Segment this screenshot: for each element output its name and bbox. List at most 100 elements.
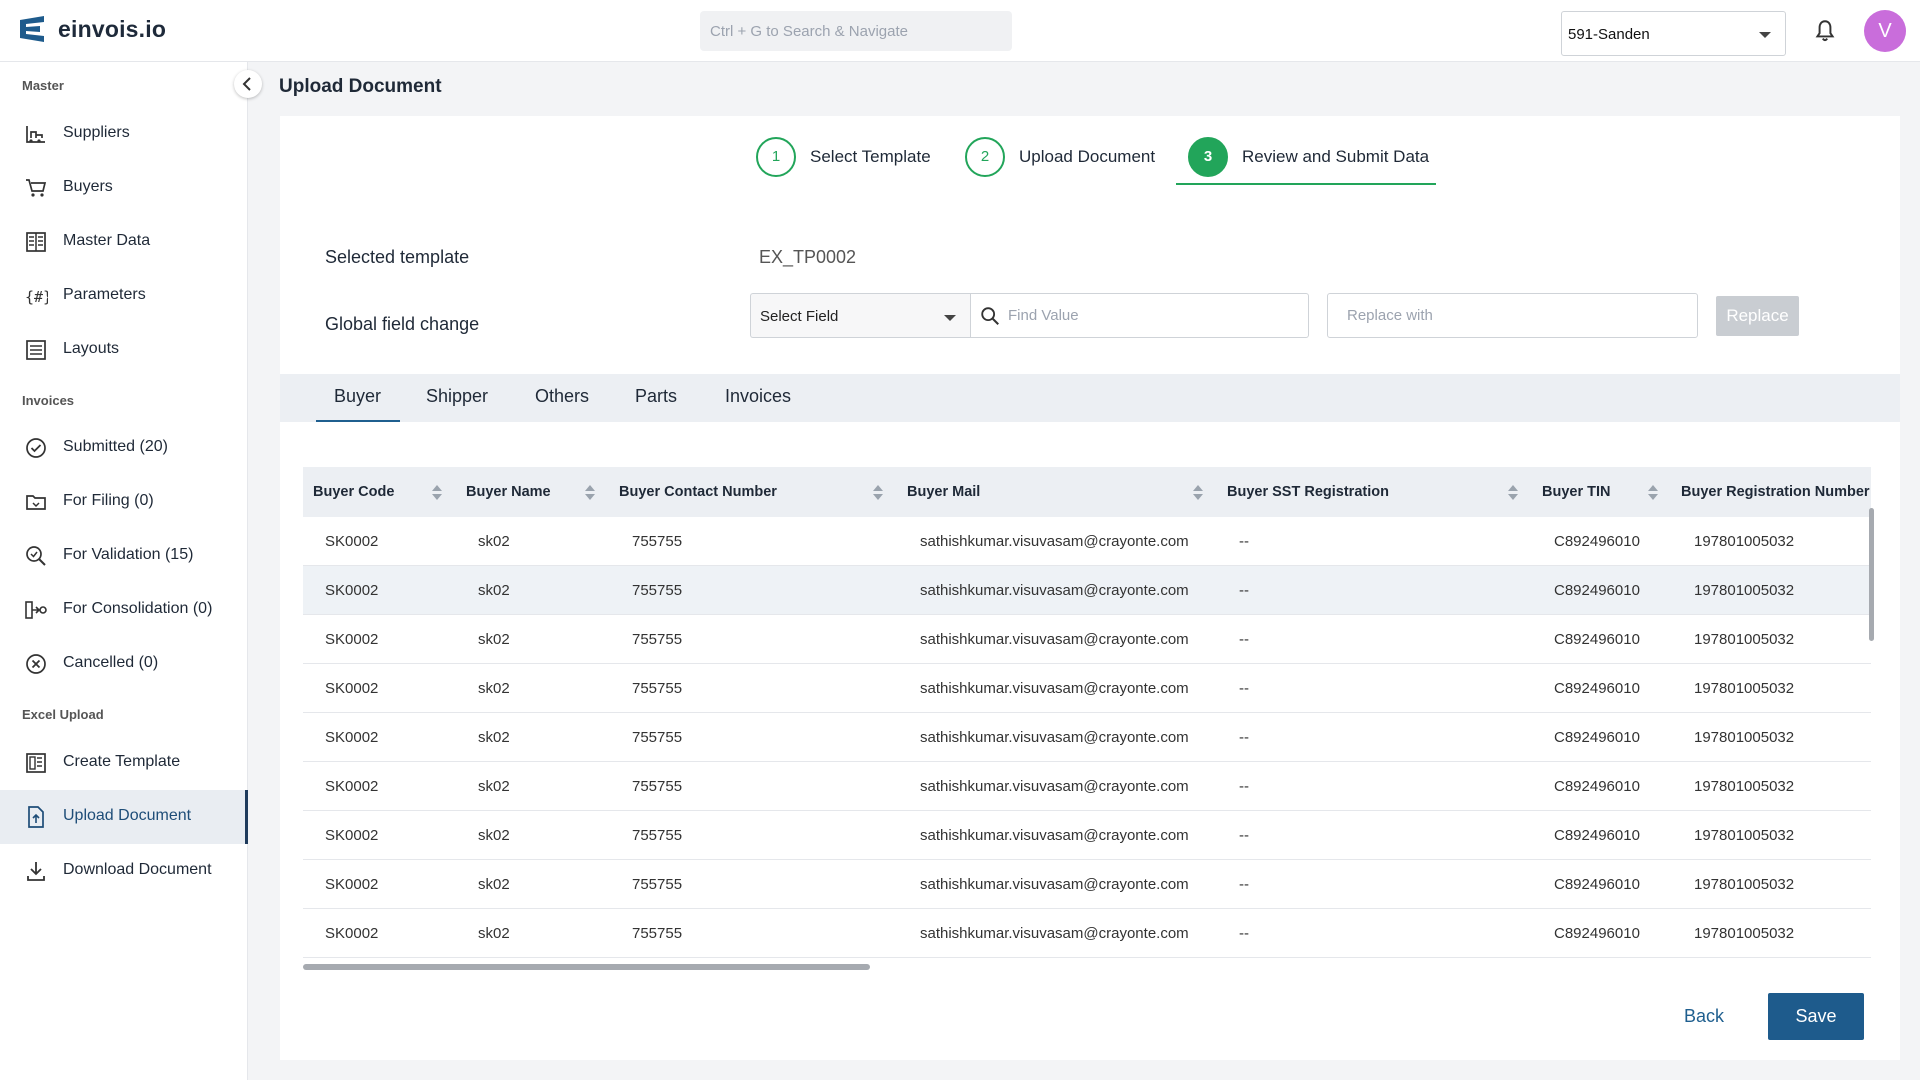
sidebar-item-submitted[interactable]: Submitted (20) [0, 421, 248, 475]
sort-icon[interactable] [432, 485, 442, 501]
buyer-name-cell: sk02 [478, 827, 510, 844]
global-search-input[interactable]: Ctrl + G to Search & Navigate [700, 11, 1012, 51]
buyer-contact-number-cell: 755755 [632, 680, 683, 697]
step-review-submit[interactable]: 3 Review and Submit Data [1188, 137, 1429, 177]
step-label: Upload Document [1019, 147, 1156, 166]
step-select-template[interactable]: 1 Select Template [756, 137, 931, 177]
column-header-buyer-registration-number[interactable]: Buyer Registration Number [1681, 484, 1870, 500]
sidebar-item-create-template[interactable]: Create Template [0, 736, 248, 790]
table-row[interactable]: SK0002 sk02 755755 sathishkumar.visuvasam@c… [303, 615, 1871, 664]
buyer-tin-cell: C892496010 [1554, 729, 1640, 746]
sidebar-item-download-document[interactable]: Download Document [0, 844, 248, 898]
sidebar-item-label: Buyers [63, 178, 113, 195]
buyer-registration-number-cell: 197801005032 [1694, 729, 1795, 746]
sidebar-item-label: For Consolidation (0) [63, 600, 213, 617]
table-row[interactable]: SK0002 sk02 755755 sathishkumar.visuvasam@c… [303, 762, 1871, 811]
back-button[interactable]: Back [1684, 1006, 1724, 1027]
tab-others[interactable]: Others [535, 386, 589, 407]
step-number: 3 [1188, 137, 1228, 177]
sort-icon[interactable] [1648, 485, 1658, 501]
select-field-value: Select Field [760, 308, 839, 325]
replace-button[interactable]: Replace [1716, 296, 1799, 336]
buyer-code-cell: SK0002 [325, 827, 379, 844]
sidebar-collapse-button[interactable] [234, 70, 262, 98]
organization-select[interactable]: 591-Sanden [1561, 11, 1786, 56]
buyer-name-cell: sk02 [478, 631, 510, 648]
buyer-name-cell: sk02 [478, 729, 510, 746]
buyer-registration-number-cell: 197801005032 [1694, 631, 1795, 648]
buyer-registration-number-cell: 197801005032 [1694, 533, 1795, 550]
user-avatar[interactable]: V [1864, 10, 1906, 52]
buyer-mail-cell: sathishkumar.visuvasam@crayonte.com [920, 680, 1189, 697]
buyer-tin-cell: C892496010 [1554, 533, 1640, 550]
table-row[interactable]: SK0002 sk02 755755 sathishkumar.visuvasam@c… [303, 713, 1871, 762]
tab-invoices[interactable]: Invoices [725, 386, 791, 407]
sidebar-item-label: Layouts [63, 340, 120, 357]
sidebar-item-parameters[interactable]: {#} Parameters [0, 269, 248, 323]
chevron-down-icon [944, 315, 956, 321]
sidebar-item-for-filing[interactable]: For Filing (0) [0, 475, 248, 529]
buyer-registration-number-cell: 197801005032 [1694, 827, 1795, 844]
table-row[interactable]: SK0002 sk02 755755 sathishkumar.visuvasam@c… [303, 517, 1871, 566]
column-header-buyer-contact-number[interactable]: Buyer Contact Number [619, 484, 777, 500]
table-vertical-scrollbar[interactable] [1869, 508, 1874, 641]
selected-template-value: EX_TP0002 [759, 247, 857, 267]
table-row[interactable]: SK0002 sk02 755755 sathishkumar.visuvasam@c… [303, 909, 1871, 958]
sidebar-item-master-data[interactable]: Master Data [0, 215, 248, 269]
consolidation-icon [25, 601, 47, 619]
sort-icon[interactable] [873, 485, 883, 501]
buyer-tin-cell: C892496010 [1554, 631, 1640, 648]
tab-shipper[interactable]: Shipper [426, 386, 488, 407]
cart-icon [26, 179, 47, 197]
table-row[interactable]: SK0002 sk02 755755 sathishkumar.visuvasam@c… [303, 860, 1871, 909]
sort-icon[interactable] [585, 485, 595, 501]
sidebar-item-upload-document[interactable]: Upload Document [0, 790, 248, 844]
save-button[interactable]: Save [1768, 993, 1864, 1040]
column-header-buyer-tin[interactable]: Buyer TIN [1542, 484, 1611, 500]
sidebar-item-for-consolidation[interactable]: For Consolidation (0) [0, 583, 248, 637]
column-header-buyer-code[interactable]: Buyer Code [313, 484, 394, 500]
app-logo[interactable]: einvois.io [18, 14, 166, 44]
table-row[interactable]: SK0002 sk02 755755 sathishkumar.visuvasam@c… [303, 811, 1871, 860]
select-field-dropdown[interactable]: Select Field [750, 293, 970, 338]
step-upload-document[interactable]: 2 Upload Document [965, 137, 1155, 177]
active-tab-indicator [316, 420, 400, 422]
sort-icon[interactable] [1193, 485, 1203, 501]
buyer-code-cell: SK0002 [325, 582, 379, 599]
column-header-buyer-sst-registration[interactable]: Buyer SST Registration [1227, 484, 1389, 500]
find-value-placeholder: Find Value [1008, 307, 1079, 324]
tab-parts[interactable]: Parts [635, 386, 677, 407]
bell-icon[interactable] [1812, 18, 1838, 44]
master-data-icon [26, 232, 46, 252]
find-value-input[interactable]: Find Value [970, 293, 1309, 338]
sidebar-item-for-validation[interactable]: For Validation (15) [0, 529, 248, 583]
sidebar-item-label: For Filing (0) [63, 492, 154, 509]
search-check-icon [26, 546, 46, 566]
suppliers-icon [26, 126, 45, 143]
organization-select-value: 591-Sanden [1568, 26, 1650, 43]
buyer-code-cell: SK0002 [325, 680, 379, 697]
buyer-contact-number-cell: 755755 [632, 778, 683, 795]
replace-with-input[interactable]: Replace with [1327, 293, 1698, 338]
folder-icon [26, 495, 46, 510]
sidebar-item-cancelled[interactable]: Cancelled (0) [0, 637, 248, 691]
column-header-buyer-mail[interactable]: Buyer Mail [907, 484, 980, 500]
search-icon [981, 307, 999, 325]
table-row[interactable]: SK0002 sk02 755755 sathishkumar.visuvasam@c… [303, 566, 1871, 615]
sidebar-item-buyers[interactable]: Buyers [0, 161, 248, 215]
buyer-sst-registration-cell: -- [1239, 582, 1249, 599]
top-bar: einvois.io Ctrl + G to Search & Navigate… [0, 0, 1920, 62]
cancel-circle-icon [26, 654, 46, 674]
tab-buyer[interactable]: Buyer [334, 386, 381, 407]
sort-icon[interactable] [1508, 485, 1518, 501]
buyer-code-cell: SK0002 [325, 876, 379, 893]
buyer-contact-number-cell: 755755 [632, 876, 683, 893]
table-row[interactable]: SK0002 sk02 755755 sathishkumar.visuvasam@c… [303, 664, 1871, 713]
table-horizontal-scrollbar[interactable] [303, 964, 870, 970]
buyer-name-cell: sk02 [478, 680, 510, 697]
column-header-buyer-name[interactable]: Buyer Name [466, 484, 551, 500]
selected-template-label: Selected template [325, 247, 470, 267]
sidebar-item-label: Cancelled (0) [63, 654, 159, 671]
sidebar-item-suppliers[interactable]: Suppliers [0, 107, 248, 161]
sidebar-item-layouts[interactable]: Layouts [0, 323, 248, 377]
